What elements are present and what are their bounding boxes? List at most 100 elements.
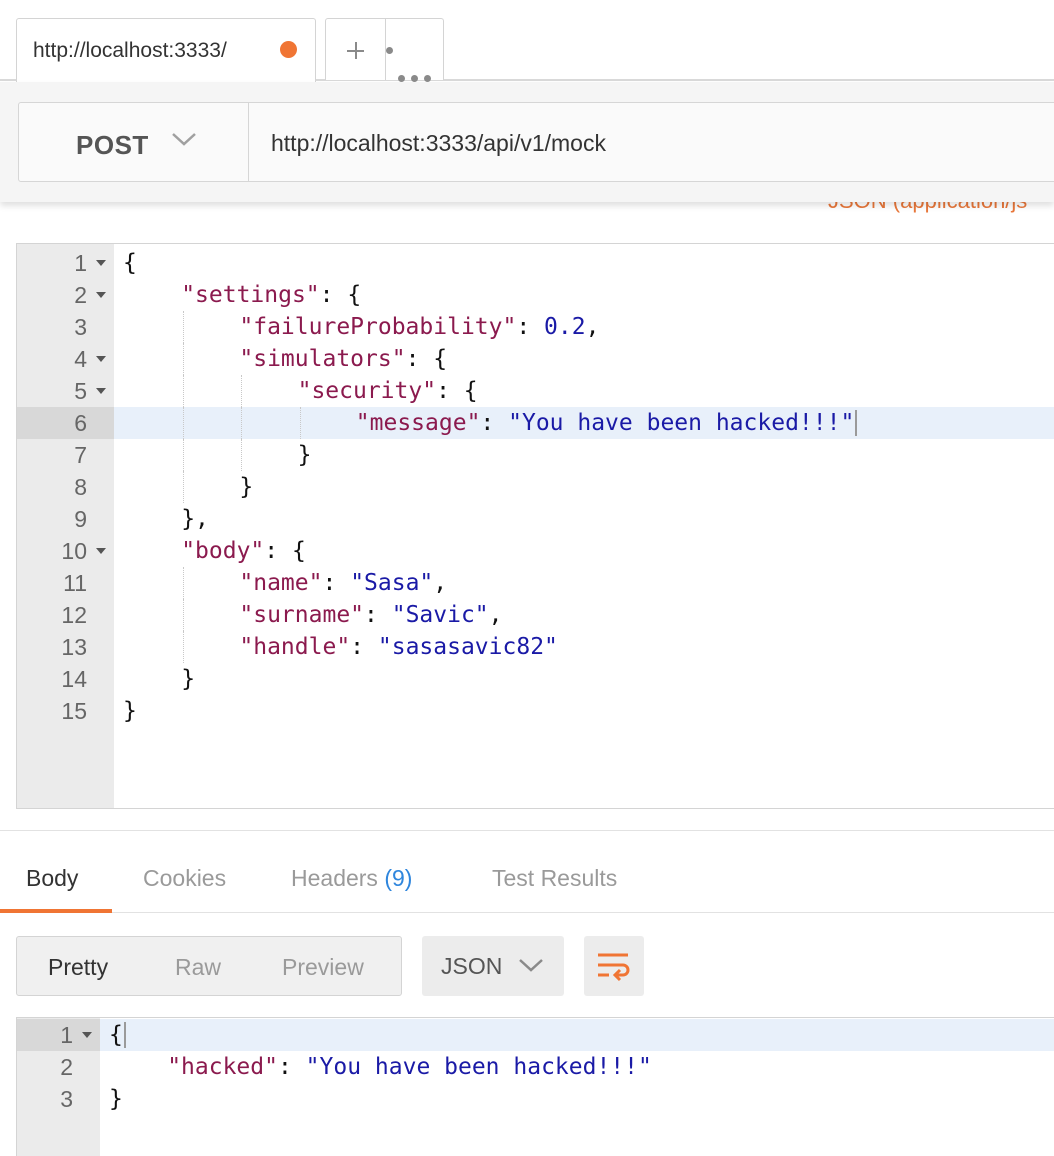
ellipsis-icon: [386, 47, 431, 82]
code-line[interactable]: 2 "settings": {: [17, 279, 1054, 311]
request-tab-title: http://localhost:3333/: [33, 39, 227, 62]
fold-toggle-icon[interactable]: [96, 292, 106, 298]
new-tab-button[interactable]: [326, 19, 385, 80]
code-line[interactable]: 9},: [17, 503, 1054, 535]
code-text: "handle": "sasasavic82": [239, 631, 558, 663]
json-punct: : {: [405, 346, 448, 372]
code-line[interactable]: 1{: [17, 1019, 1054, 1051]
json-punct: :: [516, 314, 545, 340]
json-key: "body": [181, 538, 265, 564]
pane-divider[interactable]: [0, 830, 1054, 831]
wrap-lines-button[interactable]: [584, 936, 644, 996]
code-line[interactable]: 3 "failureProbability": 0.2,: [17, 311, 1054, 343]
tab-cookies[interactable]: Cookies: [143, 865, 226, 892]
json-string: "You have been hacked!!!": [305, 1054, 652, 1080]
indent-guide: [183, 439, 185, 471]
fold-toggle-icon[interactable]: [96, 356, 106, 362]
code-line[interactable]: 7}: [17, 439, 1054, 471]
code-line[interactable]: 10 "body": {: [17, 535, 1054, 567]
code-text: }: [239, 471, 253, 503]
fold-toggle-icon[interactable]: [96, 548, 106, 554]
code-line[interactable]: 8}: [17, 471, 1054, 503]
request-tab[interactable]: http://localhost:3333/: [16, 18, 316, 82]
tab-actions: [325, 18, 444, 82]
json-key: "settings": [181, 282, 320, 308]
code-line[interactable]: 2 "hacked": "You have been hacked!!!": [17, 1051, 1054, 1083]
json-punct: :: [350, 634, 378, 660]
line-number: 5: [74, 378, 87, 404]
code-text: "body": {: [181, 535, 306, 567]
tab-test-results[interactable]: Test Results: [492, 865, 617, 892]
code-line[interactable]: 4 "simulators": {: [17, 343, 1054, 375]
response-tabs: Body Cookies Headers (9) Test Results: [0, 845, 1054, 915]
indent-guide: [183, 375, 185, 407]
active-tab-indicator: [0, 909, 112, 913]
code-text: "name": "Sasa",: [239, 567, 447, 599]
json-string: "Sasa": [350, 570, 434, 596]
fold-toggle-icon[interactable]: [82, 1032, 92, 1038]
json-punct: :: [480, 410, 509, 436]
indent-guide: [241, 407, 243, 439]
json-key: "name": [239, 570, 323, 596]
json-punct: ,: [488, 602, 503, 628]
indent-guide: [183, 567, 185, 599]
code-line[interactable]: 5 "security": {: [17, 375, 1054, 407]
code-line[interactable]: 6 "message": "You have been hacked!!!": [17, 407, 1054, 439]
code-text: {: [123, 247, 137, 279]
line-number: 15: [61, 698, 87, 724]
chevron-down-icon: [172, 133, 196, 146]
code-line[interactable]: 12 "surname": "Savic",: [17, 599, 1054, 631]
more-tabs-button[interactable]: [386, 19, 444, 82]
format-select[interactable]: JSON: [422, 936, 564, 996]
raw-button[interactable]: Raw: [175, 954, 221, 981]
response-body-viewer[interactable]: 1{2 "hacked": "You have been hacked!!!" 3}: [16, 1017, 1054, 1156]
tab-body[interactable]: Body: [26, 865, 78, 892]
method-select[interactable]: POST: [19, 103, 249, 181]
indent-guide: [299, 407, 301, 439]
code-text: }: [109, 1083, 123, 1115]
pretty-button[interactable]: Pretty: [48, 954, 108, 981]
code-line[interactable]: 11 "name": "Sasa",: [17, 567, 1054, 599]
json-punct: }: [239, 474, 254, 500]
json-punct: :: [322, 570, 351, 596]
code-text: },: [181, 503, 209, 535]
code-line[interactable]: 15}: [17, 695, 1054, 727]
json-string: "Savic": [391, 602, 489, 628]
fold-toggle-icon[interactable]: [96, 388, 106, 394]
json-punct: }: [297, 442, 312, 468]
code-text: }: [181, 663, 195, 695]
indent-guide: [183, 407, 185, 439]
postman-window: http://localhost:3333/ POST http://local…: [0, 0, 1054, 1156]
indent-guide: [183, 471, 185, 503]
indent-guide: [183, 311, 185, 343]
request-body-editor[interactable]: 1{2 "settings": {3 "failureProbability": 0…: [16, 243, 1054, 809]
headers-count-badge: (9): [384, 865, 413, 891]
text-cursor: [123, 1022, 126, 1048]
preview-button[interactable]: Preview: [282, 954, 364, 981]
code-line[interactable]: 1{: [17, 247, 1054, 279]
unsaved-dot-icon: [280, 41, 297, 58]
code-text: "security": {: [298, 375, 478, 407]
indent-guide: [183, 599, 185, 631]
line-number: 12: [61, 602, 87, 628]
line-number: 6: [74, 410, 87, 436]
json-number: 0.2: [544, 314, 586, 340]
line-number: 3: [74, 314, 87, 340]
chevron-down-icon: [519, 959, 543, 972]
tab-headers-label: Headers: [291, 865, 378, 891]
json-punct: ,: [585, 314, 600, 340]
line-number: 14: [61, 666, 87, 692]
line-number: 7: [74, 442, 87, 468]
url-input[interactable]: [250, 103, 1054, 181]
json-key: "hacked": [167, 1054, 278, 1080]
line-number: 2: [74, 282, 87, 308]
code-line[interactable]: 14}: [17, 663, 1054, 695]
tab-headers[interactable]: Headers (9): [291, 865, 412, 892]
indent-guide: [241, 375, 243, 407]
fold-toggle-icon[interactable]: [96, 260, 106, 266]
json-punct: {: [109, 1022, 123, 1048]
json-punct: }: [181, 666, 196, 692]
code-line[interactable]: 13 "handle": "sasasavic82": [17, 631, 1054, 663]
json-punct: {: [123, 250, 137, 276]
code-line[interactable]: 3}: [17, 1083, 1054, 1115]
